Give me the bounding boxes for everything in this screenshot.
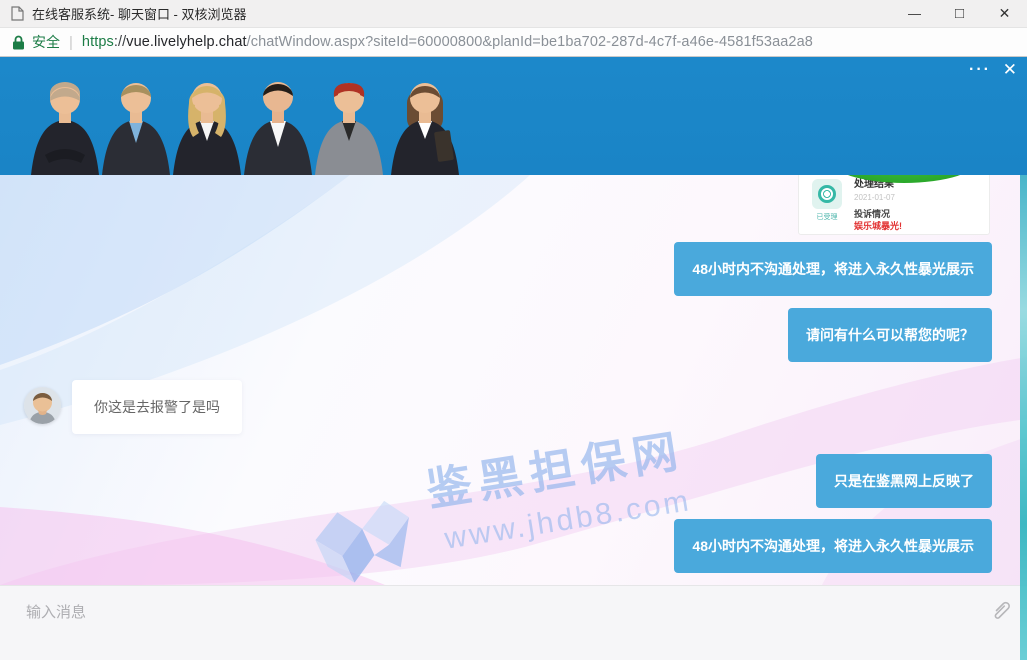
url-scheme: https — [82, 34, 114, 50]
card-date: 2021-01-07 — [854, 193, 979, 202]
browser-titlebar: 在线客服系统- 聊天窗口 - 双核浏览器 — □ ✕ — [0, 0, 1027, 28]
card-alert-text: 娱乐城暴光! — [854, 221, 979, 231]
url-field[interactable]: https://vue.livelyhelp.chat/chatWindow.a… — [82, 34, 813, 50]
window-title: 在线客服系统- 聊天窗口 - 双核浏览器 — [32, 4, 892, 23]
page-icon — [11, 6, 24, 21]
address-bar[interactable]: 安全 | https://vue.livelyhelp.chat/chatWin… — [0, 28, 1027, 57]
chat-body: 鉴黑担保网 www.jhdb8.com 已受理 处理结果 2021-01-07 … — [0, 175, 1027, 585]
url-path: /chatWindow.aspx?siteId=60000800&planId=… — [247, 34, 813, 50]
lock-icon — [12, 35, 25, 50]
message-bubble-left: 你这是去报警了是吗 — [72, 380, 242, 434]
message-bubble-right: 48小时内不沟通处理，将进入永久性暴光展示 — [674, 519, 992, 573]
paperclip-icon[interactable] — [989, 599, 1013, 623]
card-subtitle: 投诉情况 — [854, 209, 979, 219]
message-bubble-right: 请问有什么可以帮您的呢？ — [788, 308, 992, 362]
close-button[interactable]: ✕ — [982, 0, 1027, 27]
card-status-label: 已受理 — [817, 212, 838, 222]
card-status-icon — [812, 179, 842, 209]
address-separator: | — [69, 34, 73, 51]
secure-label[interactable]: 安全 — [32, 32, 60, 52]
chat-close-icon[interactable]: ✕ — [1003, 59, 1017, 81]
complaint-card[interactable]: 已受理 处理结果 2021-01-07 投诉情况 娱乐城暴光! — [798, 175, 990, 235]
maximize-button[interactable]: □ — [937, 0, 982, 27]
chat-scrollbar[interactable] — [1020, 175, 1027, 660]
message-input-area — [0, 585, 1027, 660]
message-input[interactable] — [0, 586, 1027, 660]
message-bubble-right: 48小时内不沟通处理，将进入永久性暴光展示 — [674, 242, 992, 296]
customer-avatar — [24, 387, 61, 424]
url-delimiter: :// — [114, 34, 126, 50]
ellipsis-menu-icon[interactable]: ··· — [969, 59, 991, 81]
message-bubble-right: 只是在鉴黑网上反映了 — [816, 454, 992, 508]
url-domain: vue.livelyhelp.chat — [126, 34, 246, 50]
chat-window: ··· ✕ 鉴黑担保网 www.jhdb8.com — [0, 57, 1027, 660]
agents-photo — [30, 63, 460, 175]
minimize-button[interactable]: — — [892, 0, 937, 27]
chat-header: ··· ✕ — [0, 57, 1027, 175]
